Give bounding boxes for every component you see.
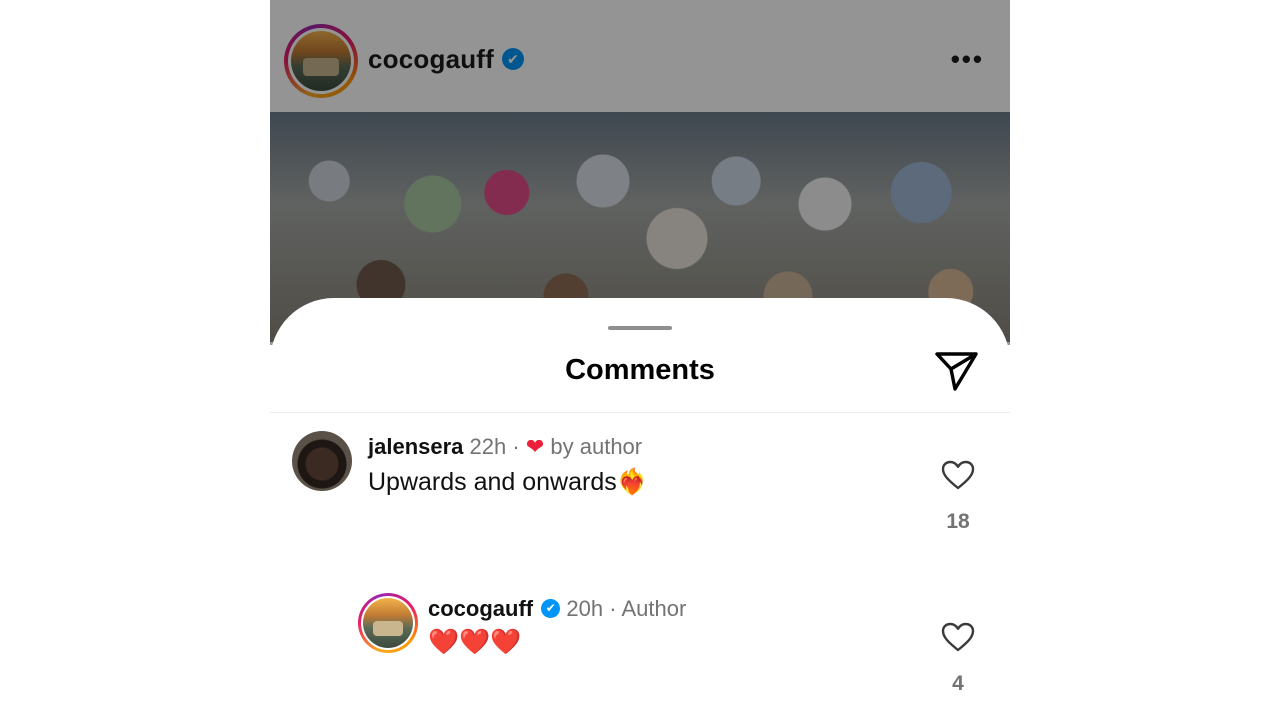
header-divider — [270, 412, 1010, 413]
avatar[interactable] — [358, 593, 418, 653]
comments-sheet: Comments jalensera 22h · ❤ by author Upw… — [270, 298, 1010, 720]
separator: · — [512, 434, 520, 459]
heart-outline-icon[interactable] — [941, 460, 975, 490]
like-count: 4 — [952, 672, 964, 695]
separator: · — [609, 596, 617, 621]
comment-time: 22h — [469, 434, 507, 459]
comment-meta: cocogauff ✔ 20h · Author — [428, 596, 686, 622]
comment-text: Upwards and onwards❤️‍🔥 — [368, 468, 648, 496]
sheet-title: Comments — [565, 354, 715, 386]
sheet-drag-handle[interactable] — [608, 326, 672, 330]
comment-username[interactable]: cocogauff — [428, 596, 533, 621]
heart-outline-icon[interactable] — [941, 622, 975, 652]
comment-username[interactable]: jalensera — [368, 434, 463, 459]
comment-time: 20h — [566, 596, 604, 621]
verified-badge-icon: ✔ — [541, 598, 561, 618]
heart-filled-icon: ❤ — [525, 434, 545, 459]
phone-screen: cocogauff ✔ ••• Comments jalensera 22h · … — [270, 0, 1010, 720]
like-count: 18 — [946, 510, 970, 533]
comment-meta: jalensera 22h · ❤ by author — [368, 434, 642, 460]
avatar[interactable] — [292, 431, 352, 491]
dim-overlay[interactable] — [270, 0, 1010, 345]
author-label: Author — [621, 596, 687, 621]
liked-by-author-label: by author — [550, 434, 643, 459]
comment-text: ❤️❤️❤️ — [428, 628, 522, 656]
send-icon[interactable] — [934, 350, 980, 392]
